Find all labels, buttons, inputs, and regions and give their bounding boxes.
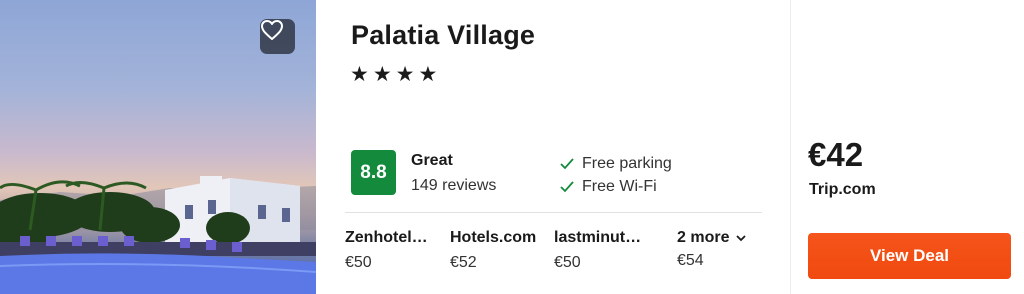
amenity-free-wifi: Free Wi-Fi [560, 178, 657, 196]
deal-price: €50 [345, 254, 372, 271]
more-deals-price: €54 [677, 252, 704, 269]
best-price-provider: Trip.com [809, 181, 876, 198]
best-price: €42 [808, 136, 864, 173]
more-deals: 2 more €54 [677, 229, 747, 270]
check-icon [560, 181, 574, 193]
more-deals-label: 2 more [677, 229, 730, 246]
view-deal-button[interactable]: View Deal [808, 233, 1011, 279]
deal-option[interactable]: lastminut… €50 [554, 229, 641, 272]
hotel-name[interactable]: Palatia Village [351, 20, 535, 51]
divider [345, 212, 762, 213]
chevron-down-icon [736, 234, 747, 241]
amenity-label: Free parking [582, 155, 672, 172]
deal-option[interactable]: Zenhotel… €50 [345, 229, 428, 272]
review-count[interactable]: 149 reviews [411, 177, 496, 195]
rating-label: Great [411, 152, 453, 169]
deal-price: €50 [554, 254, 581, 271]
star-rating: ★★★★ [350, 63, 442, 86]
amenity-free-parking: Free parking [560, 155, 672, 173]
deal-price: €52 [450, 254, 477, 271]
heart-icon [261, 20, 283, 40]
favorite-button[interactable] [260, 19, 295, 54]
rating-badge: 8.8 [351, 150, 396, 195]
deal-vendor: Hotels.com [450, 229, 537, 246]
amenity-label: Free Wi-Fi [582, 178, 657, 195]
section-divider [790, 0, 791, 294]
check-icon [560, 158, 574, 170]
deal-option[interactable]: Hotels.com €52 [450, 229, 536, 272]
more-deals-button[interactable]: 2 more [677, 229, 747, 247]
hotel-photo[interactable] [0, 0, 316, 294]
deal-vendor: Zenhotel… [345, 229, 428, 246]
deal-vendor: lastminut… [554, 229, 642, 246]
hotel-card: Palatia Village ★★★★ 8.8 Great 149 revie… [0, 0, 1024, 294]
